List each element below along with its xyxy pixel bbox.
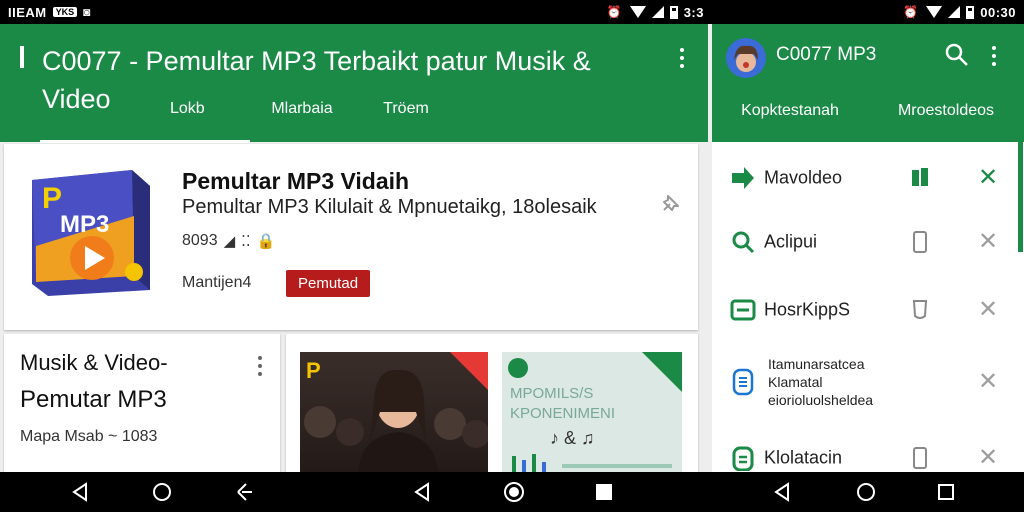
tab-mlarbaia[interactable]: Mlarbaia <box>250 100 354 143</box>
app-icon-letter: P <box>42 182 62 215</box>
app-subtitle: Pemultar MP3 Kilulait & Mpnuetaikg, 18ol… <box>182 196 597 218</box>
phone-icon[interactable] <box>910 446 930 470</box>
status-bar-right: ⏰ 00:30 <box>712 0 1024 24</box>
list-item[interactable]: Mavoldeo ✕ <box>712 148 1024 208</box>
alarm-icon: ⏰ <box>903 5 919 19</box>
app-card[interactable]: P MP3 Pemultar MP3 Vidaih Pemultar MP3 K… <box>4 144 698 330</box>
overflow-menu-icon[interactable] <box>984 44 1004 68</box>
tab-mroestoldeos[interactable]: Mroestoldeos <box>868 102 1024 120</box>
screen: IIEAM YKS ◙ ⏰ 3:3 ⏰ 00:30 C0077 - Pemult… <box>0 0 1024 512</box>
close-icon[interactable]: ✕ <box>978 370 998 394</box>
category-card[interactable]: Musik & Video- Pemutar MP3 Mapa Msab ~ 1… <box>4 334 280 474</box>
search-icon[interactable] <box>944 42 970 68</box>
category-subtitle: Pemutar MP3 <box>20 386 167 413</box>
album-text-1: MPOMILS/S <box>510 385 593 402</box>
video-thumbnail[interactable]: P <box>300 352 488 474</box>
tab-lokb[interactable]: Lokb <box>40 100 250 143</box>
category-title: Musik & Video- <box>20 350 168 375</box>
app-name: Pemultar MP3 Vidaih <box>182 168 410 194</box>
app-meta: 8093 ◢ ⁚⁚ 🔒 <box>182 232 275 250</box>
back-icon[interactable] <box>68 480 92 504</box>
side-app-bar: C0077 MP3 Kopktestanah Mroestoldeos <box>712 24 1024 142</box>
close-icon[interactable]: ✕ <box>978 298 998 322</box>
category-meta: Mapa Msab ~ 1083 <box>20 428 158 445</box>
carrier-label: IIEAM <box>8 4 47 20</box>
rating-icon: ◢ <box>223 233 236 250</box>
album-text-2: KPONENIMENI <box>510 405 615 422</box>
list-item-label: Mavoldeo <box>764 167 843 188</box>
signal-icon <box>948 6 961 18</box>
card-icon <box>730 299 756 321</box>
phone-icon[interactable] <box>910 230 930 254</box>
phone-icon <box>732 368 754 396</box>
close-icon[interactable]: ✕ <box>978 166 998 190</box>
side-title: C0077 MP3 <box>776 44 877 65</box>
battery-icon <box>966 5 975 19</box>
list-item-label: Aclipui <box>764 231 818 252</box>
side-list: Mavoldeo ✕ Aclipui ✕ HosrKippS ✕ Itamuna… <box>712 142 1024 472</box>
home-icon[interactable] <box>150 480 174 504</box>
status-bar-left: IIEAM YKS ◙ ⏰ 3:3 <box>0 0 712 24</box>
app-icon: P MP3 <box>32 170 150 296</box>
bookmark-icon[interactable] <box>910 166 930 190</box>
app-icon-text: MP3 <box>60 211 109 238</box>
back-icon[interactable] <box>770 480 794 504</box>
clock: 3:3 <box>683 4 704 20</box>
home-icon[interactable] <box>854 480 878 504</box>
app-bar: C0077 - Pemultar MP3 Terbaikt patur Musi… <box>0 24 708 143</box>
tab-bar: Lokb Mlarbaia Tröem <box>40 100 458 143</box>
developer-name: Mantijen4 <box>182 274 252 291</box>
navigation-bar <box>0 472 1024 512</box>
pin-icon[interactable] <box>658 190 684 216</box>
lock-icon: 🔒 <box>256 233 276 250</box>
wifi-icon <box>629 6 646 18</box>
overflow-menu-icon[interactable] <box>672 46 692 70</box>
dots-icon: ⁚⁚ <box>241 233 251 250</box>
tab-kopktestanah[interactable]: Kopktestanah <box>712 102 868 120</box>
list-icon <box>732 446 754 471</box>
album-thumbnail[interactable]: MPOMILS/S KPONENIMENI ♪ & ♫ <box>502 352 682 474</box>
avatar[interactable] <box>726 38 766 78</box>
glass-icon[interactable] <box>910 298 930 322</box>
scrollbar[interactable] <box>1018 142 1023 252</box>
thumbnail-letter: P <box>306 358 321 383</box>
share-icon[interactable] <box>232 480 256 504</box>
battery-icon <box>669 5 678 19</box>
back-icon[interactable] <box>410 480 434 504</box>
download-count: 8093 <box>182 232 218 249</box>
recents-icon[interactable] <box>592 480 616 504</box>
list-item[interactable]: Itamunarsatcea Klamatal eiorioluolshelde… <box>712 348 1024 416</box>
notification-badge: YKS <box>52 7 78 17</box>
clock: 00:30 <box>980 4 1016 20</box>
install-button[interactable]: Pemutad <box>286 270 371 297</box>
tab-troem[interactable]: Tröem <box>354 100 458 143</box>
arrow-forward-icon <box>732 167 754 189</box>
list-item-label: Itamunarsatcea Klamatal eiorioluolshelde… <box>768 356 874 408</box>
title-indicator <box>20 46 24 68</box>
search-icon <box>732 231 755 254</box>
wifi-icon <box>926 6 943 18</box>
close-icon[interactable]: ✕ <box>978 446 998 470</box>
list-item[interactable]: Aclipui ✕ <box>712 212 1024 272</box>
side-tab-bar: Kopktestanah Mroestoldeos <box>712 102 1024 120</box>
list-item-label: HosrKippS <box>764 299 851 320</box>
recents-icon[interactable] <box>934 480 958 504</box>
list-item-label: Klolatacin <box>764 447 843 468</box>
svg-text:♪ & ♫: ♪ & ♫ <box>550 428 595 448</box>
close-icon[interactable]: ✕ <box>978 230 998 254</box>
list-item[interactable]: HosrKippS ✕ <box>712 280 1024 340</box>
signal-icon <box>651 6 664 18</box>
camera-icon: ◙ <box>83 5 91 19</box>
media-card: P MPOMILS/S KPONENIMENI ♪ & ♫ <box>286 334 698 474</box>
alarm-icon: ⏰ <box>606 5 622 19</box>
overflow-menu-icon[interactable] <box>250 354 270 378</box>
assistant-icon[interactable] <box>502 480 526 504</box>
